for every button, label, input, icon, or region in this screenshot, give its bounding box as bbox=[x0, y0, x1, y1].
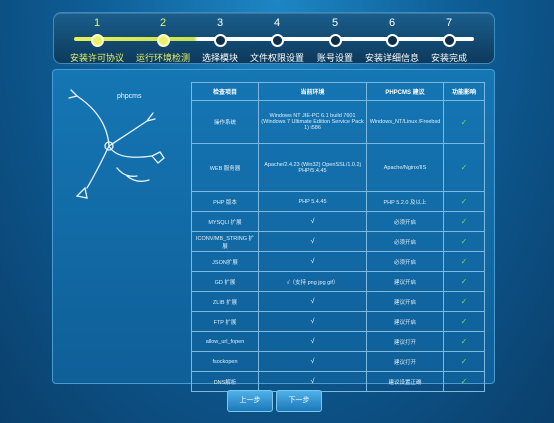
table-row: PHP 版本 PHP 5.4.45 PHP 5.2.0 及以上 ✓ bbox=[191, 191, 485, 212]
current-env: √（支持 png jpg gif） bbox=[258, 271, 367, 292]
check-item: MYSQLI 扩展 bbox=[191, 211, 259, 232]
illustration-label: phpcms bbox=[117, 93, 142, 100]
column-header: PHPCMS 建议 bbox=[366, 82, 444, 101]
check-icon: ✓ bbox=[443, 143, 485, 192]
suggestion: 必须开启 bbox=[366, 251, 444, 272]
suggestion: 建议打开 bbox=[366, 331, 444, 352]
suggestion: 必须开启 bbox=[366, 211, 444, 232]
check-item: ZLIB 扩展 bbox=[191, 291, 259, 312]
suggestion: 建议设置正确 bbox=[366, 371, 444, 392]
current-env: Windows NT JIE-PC 6.1 build 7601 (Window… bbox=[258, 100, 367, 144]
column-header: 当前环境 bbox=[258, 82, 367, 101]
check-item: GD 扩展 bbox=[191, 271, 259, 292]
environment-check-table: 检查项目 当前环境 PHPCMS 建议 功能影响 操作系统 Windows NT… bbox=[191, 82, 485, 392]
step-dot bbox=[385, 34, 399, 47]
table-header-row: 检查项目 当前环境 PHPCMS 建议 功能影响 bbox=[191, 82, 485, 101]
phpcms-illustration-icon: phpcms bbox=[68, 89, 165, 199]
table-row: FTP 扩展 √ 建议开启 ✓ bbox=[191, 311, 485, 332]
check-icon: ✓ bbox=[443, 100, 485, 144]
current-env: √ bbox=[258, 371, 367, 392]
install-step-bar: 1 安装许可协议 2 运行环境检测 3 选择模块 4 文件权限设置 5 账号设置… bbox=[53, 12, 495, 64]
step-dot bbox=[156, 34, 170, 47]
check-item: allow_url_fopen bbox=[191, 331, 259, 352]
check-icon: ✓ bbox=[443, 331, 485, 352]
check-icon: ✓ bbox=[443, 291, 485, 312]
check-icon: ✓ bbox=[443, 251, 485, 272]
check-item: DNS解析 bbox=[191, 371, 259, 392]
check-icon: ✓ bbox=[443, 191, 485, 212]
suggestion: 建议开启 bbox=[366, 271, 444, 292]
environment-check-panel: phpcms 检查项目 当前环境 PHPCMS 建议 功能影响 操作系统 Win… bbox=[52, 69, 495, 392]
check-item: 操作系统 bbox=[191, 100, 259, 144]
check-icon: ✓ bbox=[443, 311, 485, 332]
check-item: ICONV/MB_STRING 扩展 bbox=[191, 231, 259, 252]
table-row: GD 扩展 √（支持 png jpg gif） 建议开启 ✓ bbox=[191, 271, 485, 292]
suggestion: 建议开启 bbox=[366, 291, 444, 312]
prev-step-button[interactable]: 上一步 bbox=[227, 390, 273, 412]
suggestion: PHP 5.2.0 及以上 bbox=[366, 191, 444, 212]
column-header: 检查项目 bbox=[191, 82, 259, 101]
table-row: JSON扩展 √ 必须开启 ✓ bbox=[191, 251, 485, 272]
table-row: ZLIB 扩展 √ 建议开启 ✓ bbox=[191, 291, 485, 312]
suggestion: Apache/Nginx/IIS bbox=[366, 143, 444, 192]
check-item: WEB 服务器 bbox=[191, 143, 259, 192]
check-icon: ✓ bbox=[443, 231, 485, 252]
table-row: WEB 服务器 Apache/2.4.23 (Win32) OpenSSL/1.… bbox=[191, 143, 485, 192]
current-env: Apache/2.4.23 (Win32) OpenSSL/1.0.2j PHP… bbox=[258, 143, 367, 192]
step-7: 7 安装完成 bbox=[407, 13, 491, 64]
current-env: √ bbox=[258, 291, 367, 312]
table-row: MYSQLI 扩展 √ 必须开启 ✓ bbox=[191, 211, 485, 232]
current-env: √ bbox=[258, 351, 367, 372]
current-env: PHP 5.4.45 bbox=[258, 191, 367, 212]
step-dot bbox=[213, 34, 227, 47]
suggestion: 必须开启 bbox=[366, 231, 444, 252]
suggestion: 建议打开 bbox=[366, 351, 444, 372]
suggestion: 建议开启 bbox=[366, 311, 444, 332]
check-icon: ✓ bbox=[443, 211, 485, 232]
step-number: 7 bbox=[445, 17, 453, 29]
table-row: ICONV/MB_STRING 扩展 √ 必须开启 ✓ bbox=[191, 231, 485, 252]
current-env: √ bbox=[258, 251, 367, 272]
check-item: fsockopen bbox=[191, 351, 259, 372]
step-label: 安装完成 bbox=[430, 53, 467, 63]
check-icon: ✓ bbox=[443, 271, 485, 292]
current-env: √ bbox=[258, 331, 367, 352]
check-icon: ✓ bbox=[443, 351, 485, 372]
step-dot bbox=[328, 34, 342, 47]
check-icon: ✓ bbox=[443, 371, 485, 392]
suggestion: Windows_NT/Linux /Freebsd bbox=[366, 100, 444, 144]
current-env: √ bbox=[258, 231, 367, 252]
check-item: JSON扩展 bbox=[191, 251, 259, 272]
table-row: allow_url_fopen √ 建议打开 ✓ bbox=[191, 331, 485, 352]
current-env: √ bbox=[258, 311, 367, 332]
table-row: 操作系统 Windows NT JIE-PC 6.1 build 7601 (W… bbox=[191, 100, 485, 144]
current-env: √ bbox=[258, 211, 367, 232]
table-row: fsockopen √ 建议打开 ✓ bbox=[191, 351, 485, 372]
check-item: PHP 版本 bbox=[191, 191, 259, 212]
step-dot bbox=[442, 34, 456, 47]
step-dot bbox=[270, 34, 284, 47]
step-dot bbox=[90, 34, 104, 47]
table-row: DNS解析 √ 建议设置正确 ✓ bbox=[191, 371, 485, 392]
check-item: FTP 扩展 bbox=[191, 311, 259, 332]
next-step-button[interactable]: 下一步 bbox=[276, 390, 322, 412]
column-header: 功能影响 bbox=[443, 82, 485, 101]
